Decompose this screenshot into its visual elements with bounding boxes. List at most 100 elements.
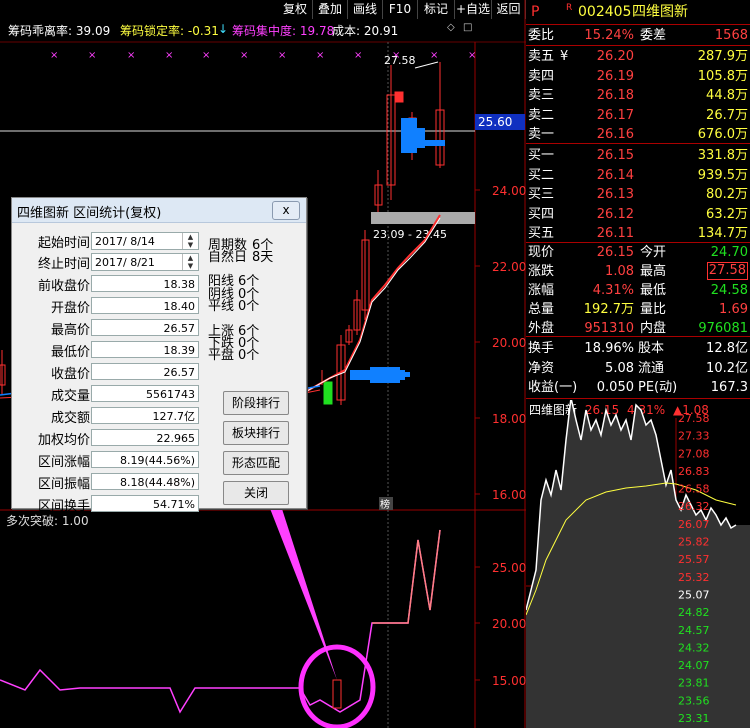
field-value: 18.40 xyxy=(91,297,199,314)
bids-label: 买五 xyxy=(528,226,555,242)
mini-axis-tick: 25.57 xyxy=(678,553,710,566)
fundamental-label: PE(动) xyxy=(638,380,678,395)
mini-axis-tick: 23.56 xyxy=(678,694,710,707)
stat-label: 最低 xyxy=(640,283,667,298)
field-value: 18.39 xyxy=(91,341,199,358)
price-tick: 22.00 xyxy=(492,260,526,274)
mini-axis-tick: 25.32 xyxy=(678,571,710,584)
mini-axis-tick: 27.33 xyxy=(678,430,710,443)
stat-value: 1.69 xyxy=(719,302,748,317)
asks-label: 卖二 xyxy=(528,107,555,123)
mini-axis-tick: 25.82 xyxy=(678,536,710,549)
fundamental-label: 流通 xyxy=(638,360,665,376)
stat-value: 4.31% xyxy=(592,283,634,298)
current-price-value: 25.60 xyxy=(478,115,512,129)
weibi-row: 委比 15.24% 委差 1568 xyxy=(526,26,750,45)
bids-label: 买一 xyxy=(528,148,555,163)
asks-volume: 287.9万 xyxy=(697,49,748,64)
svg-text:×: × xyxy=(50,50,58,61)
lower-indicator-label: 多次突破: 1.00 xyxy=(6,514,89,528)
mini-axis-tick: 23.31 xyxy=(678,712,710,725)
p-badge: P xyxy=(531,4,540,20)
fundamental-row: 净资 5.08 流通 10.2亿 xyxy=(526,359,750,378)
start-date-value: 2017/ 8/14 xyxy=(95,235,155,248)
lower-axis-tick: 20.00 xyxy=(492,617,526,631)
dialog-titlebar[interactable]: 四维图新 区间统计(复权) x xyxy=(12,198,306,223)
pattern-match-button[interactable]: 形态匹配 xyxy=(223,451,289,475)
asks-price: 26.16 xyxy=(596,127,634,143)
asks-row: 卖五 ¥26.20 287.9万 xyxy=(526,47,750,66)
stat-value: 26.15 xyxy=(596,245,634,260)
price-tick: 16.00 xyxy=(492,488,526,502)
high-label: 27.58 xyxy=(384,54,416,67)
field-label: 收盘价 xyxy=(50,367,90,382)
price-tick: 18.00 xyxy=(492,412,526,426)
range-label: 23.09 - 23.45 xyxy=(373,228,447,241)
end-date-value: 2017/ 8/21 xyxy=(95,256,155,269)
svg-text:×: × xyxy=(127,50,135,61)
stat-value: 24.70 xyxy=(710,245,748,260)
asks-price: 26.18 xyxy=(596,88,634,104)
asks-label: 卖四 xyxy=(528,68,555,84)
bids-volume: 939.5万 xyxy=(697,167,748,183)
bids-price: 26.15 xyxy=(596,148,634,163)
mini-axis-tick: 26.83 xyxy=(678,465,710,478)
mini-axis-tick: 24.57 xyxy=(678,624,710,637)
intraday-chart[interactable]: 27.58 27.33 27.08 26.83 26.58 26.32 26.07 25.82… xyxy=(526,400,750,728)
weibi-label: 委比 xyxy=(528,28,555,43)
field-value: 127.7亿 xyxy=(91,407,199,424)
weicha-value: 1568 xyxy=(714,28,748,43)
stock-code: 002405 xyxy=(578,4,632,20)
bids-row: 买五 26.11 134.7万 xyxy=(526,224,750,243)
bids-volume: 63.2万 xyxy=(706,206,748,222)
asks-price: 26.17 xyxy=(596,107,634,123)
fundamental-value: 10.2亿 xyxy=(706,360,748,376)
field-label: 最高价 xyxy=(50,323,90,338)
natural-days-label: 自然日 xyxy=(208,250,248,265)
svg-text:×: × xyxy=(88,50,96,61)
fundamental-label: 换手 xyxy=(528,341,555,356)
yen-icon: ¥ xyxy=(560,49,569,64)
spinner-icon[interactable]: ▲ ▼ xyxy=(182,254,198,270)
range-stats-dialog[interactable]: 四维图新 区间统计(复权) x 起始时间 2017/ 8/14 ▲ ▼ 终止时间 … xyxy=(11,197,307,514)
intraday-fill xyxy=(526,400,750,728)
fundamental-value: 12.8亿 xyxy=(706,341,748,356)
arrow-line xyxy=(262,484,337,680)
time-marker: 榜 xyxy=(380,498,390,511)
start-date-picker[interactable]: 2017/ 8/14 ▲ ▼ xyxy=(91,232,199,250)
bids-volume: 80.2万 xyxy=(706,187,748,203)
bids-label: 买四 xyxy=(528,206,555,222)
field-value: 26.57 xyxy=(91,319,199,336)
mini-axis-tick: 27.08 xyxy=(678,447,710,460)
asks-volume: 26.7万 xyxy=(706,107,748,123)
close-icon[interactable]: x xyxy=(272,201,300,220)
mini-axis-tick: 24.32 xyxy=(678,641,710,654)
stat-label: 最高 xyxy=(640,264,667,279)
bids-price: 26.14 xyxy=(596,167,634,183)
bids-price: 26.11 xyxy=(596,226,634,242)
stage-rank-button[interactable]: 阶段排行 xyxy=(223,391,289,415)
end-date-picker[interactable]: 2017/ 8/21 ▲ ▼ xyxy=(91,253,199,271)
field-value: 26.57 xyxy=(91,363,199,380)
stat-label: 量比 xyxy=(640,302,667,317)
svg-text:×: × xyxy=(165,50,173,61)
sector-rank-button[interactable]: 板块排行 xyxy=(223,421,289,445)
asks-label: 卖五 xyxy=(528,49,555,64)
asks-row: 卖一 26.16 676.0万 xyxy=(526,125,750,144)
fundamental-label: 股本 xyxy=(638,341,665,356)
mini-axis-tick: 26.58 xyxy=(678,483,710,496)
fundamental-value: 167.3 xyxy=(710,380,748,395)
flat-label: 平线 xyxy=(208,299,235,314)
stat-value: 1.08 xyxy=(605,264,634,279)
field-value: 22.965 xyxy=(91,429,199,446)
indicator-bar xyxy=(332,679,342,709)
svg-text:×: × xyxy=(316,50,324,61)
stat-label: 涨幅 xyxy=(528,283,555,298)
stat-label: 今开 xyxy=(640,245,667,260)
close-button[interactable]: 关闭 xyxy=(223,481,289,505)
mini-axis-tick: 26.07 xyxy=(678,518,710,531)
asks-volume: 105.8万 xyxy=(697,68,748,84)
spinner-icon[interactable]: ▲ ▼ xyxy=(182,233,198,249)
stat-label: 现价 xyxy=(528,245,555,260)
even-label: 平盘 xyxy=(208,348,235,363)
